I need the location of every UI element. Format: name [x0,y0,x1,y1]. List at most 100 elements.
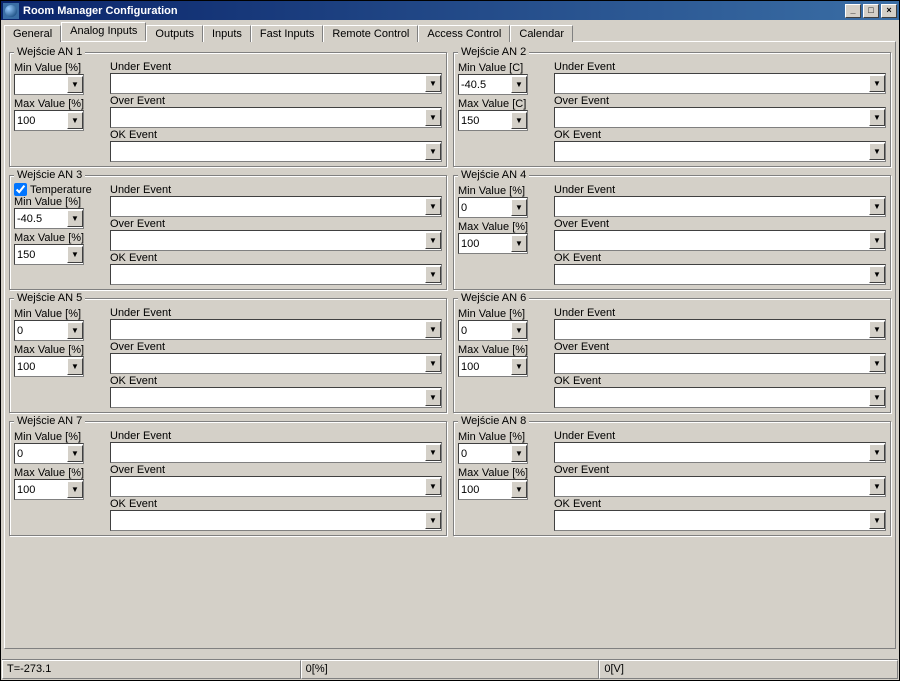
chevron-down-icon[interactable]: ▼ [869,75,885,92]
chevron-down-icon[interactable]: ▼ [869,512,885,529]
channel-4-ok-combo-input[interactable] [555,266,869,283]
channel-5-under-combo-input[interactable] [111,321,425,338]
channel-3-over-combo-input[interactable] [111,232,425,249]
chevron-down-icon[interactable]: ▼ [511,358,527,375]
tab-remote-control[interactable]: Remote Control [323,25,418,42]
channel-3-min-combo-input[interactable] [15,210,67,227]
channel-4-max-combo[interactable]: ▼ [458,233,528,254]
channel-8-ok-combo-input[interactable] [555,512,869,529]
tab-fast-inputs[interactable]: Fast Inputs [251,25,323,42]
chevron-down-icon[interactable]: ▼ [869,478,885,495]
channel-4-over-combo[interactable]: ▼ [554,230,886,251]
channel-4-over-combo-input[interactable] [555,232,869,249]
channel-8-over-combo[interactable]: ▼ [554,476,886,497]
chevron-down-icon[interactable]: ▼ [67,358,83,375]
channel-6-over-combo[interactable]: ▼ [554,353,886,374]
channel-1-max-combo-input[interactable] [15,112,67,129]
tab-calendar[interactable]: Calendar [510,25,573,42]
channel-6-over-combo-input[interactable] [555,355,869,372]
chevron-down-icon[interactable]: ▼ [67,322,83,339]
channel-4-min-combo-input[interactable] [459,199,511,216]
chevron-down-icon[interactable]: ▼ [869,266,885,283]
chevron-down-icon[interactable]: ▼ [425,389,441,406]
tab-access-control[interactable]: Access Control [418,25,510,42]
channel-1-over-combo-input[interactable] [111,109,425,126]
channel-7-ok-combo-input[interactable] [111,512,425,529]
chevron-down-icon[interactable]: ▼ [67,112,83,129]
tab-inputs[interactable]: Inputs [203,25,251,42]
channel-1-min-combo[interactable]: ▼ [14,74,84,95]
channel-5-over-combo-input[interactable] [111,355,425,372]
tab-analog-inputs[interactable]: Analog Inputs [61,22,146,41]
channel-8-over-combo-input[interactable] [555,478,869,495]
chevron-down-icon[interactable]: ▼ [869,444,885,461]
channel-5-max-combo[interactable]: ▼ [14,356,84,377]
chevron-down-icon[interactable]: ▼ [869,198,885,215]
chevron-down-icon[interactable]: ▼ [425,444,441,461]
channel-2-over-combo[interactable]: ▼ [554,107,886,128]
channel-7-max-combo-input[interactable] [15,481,67,498]
channel-8-min-combo-input[interactable] [459,445,511,462]
channel-3-ok-combo-input[interactable] [111,266,425,283]
channel-6-under-combo-input[interactable] [555,321,869,338]
chevron-down-icon[interactable]: ▼ [425,75,441,92]
channel-3-ok-combo[interactable]: ▼ [110,264,442,285]
chevron-down-icon[interactable]: ▼ [67,481,83,498]
channel-7-under-combo[interactable]: ▼ [110,442,442,463]
channel-1-max-combo[interactable]: ▼ [14,110,84,131]
chevron-down-icon[interactable]: ▼ [869,232,885,249]
channel-3-max-combo[interactable]: ▼ [14,244,84,265]
channel-7-over-combo-input[interactable] [111,478,425,495]
chevron-down-icon[interactable]: ▼ [425,143,441,160]
channel-1-ok-combo-input[interactable] [111,143,425,160]
chevron-down-icon[interactable]: ▼ [425,512,441,529]
channel-6-max-combo-input[interactable] [459,358,511,375]
chevron-down-icon[interactable]: ▼ [67,210,83,227]
channel-8-under-combo[interactable]: ▼ [554,442,886,463]
channel-6-under-combo[interactable]: ▼ [554,319,886,340]
channel-5-min-combo-input[interactable] [15,322,67,339]
channel-2-min-combo[interactable]: ▼ [458,74,528,95]
chevron-down-icon[interactable]: ▼ [511,112,527,129]
chevron-down-icon[interactable]: ▼ [869,109,885,126]
chevron-down-icon[interactable]: ▼ [425,109,441,126]
channel-5-ok-combo-input[interactable] [111,389,425,406]
channel-7-ok-combo[interactable]: ▼ [110,510,442,531]
chevron-down-icon[interactable]: ▼ [511,445,527,462]
channel-8-max-combo[interactable]: ▼ [458,479,528,500]
channel-1-over-combo[interactable]: ▼ [110,107,442,128]
channel-4-max-combo-input[interactable] [459,235,511,252]
channel-2-max-combo[interactable]: ▼ [458,110,528,131]
chevron-down-icon[interactable]: ▼ [511,76,527,93]
channel-6-min-combo-input[interactable] [459,322,511,339]
close-button[interactable]: × [881,4,897,18]
chevron-down-icon[interactable]: ▼ [425,266,441,283]
chevron-down-icon[interactable]: ▼ [67,246,83,263]
channel-3-under-combo[interactable]: ▼ [110,196,442,217]
channel-4-min-combo[interactable]: ▼ [458,197,528,218]
channel-1-under-combo[interactable]: ▼ [110,73,442,94]
chevron-down-icon[interactable]: ▼ [425,321,441,338]
chevron-down-icon[interactable]: ▼ [425,478,441,495]
channel-6-ok-combo[interactable]: ▼ [554,387,886,408]
channel-4-under-combo[interactable]: ▼ [554,196,886,217]
channel-5-ok-combo[interactable]: ▼ [110,387,442,408]
chevron-down-icon[interactable]: ▼ [869,355,885,372]
channel-4-ok-combo[interactable]: ▼ [554,264,886,285]
temperature-checkbox-input[interactable] [14,183,27,196]
channel-7-over-combo[interactable]: ▼ [110,476,442,497]
channel-8-min-combo[interactable]: ▼ [458,443,528,464]
channel-8-max-combo-input[interactable] [459,481,511,498]
chevron-down-icon[interactable]: ▼ [67,76,83,93]
channel-3-temperature-checkbox[interactable]: Temperature [14,183,102,196]
chevron-down-icon[interactable]: ▼ [511,199,527,216]
channel-8-under-combo-input[interactable] [555,444,869,461]
channel-5-min-combo[interactable]: ▼ [14,320,84,341]
maximize-button[interactable]: □ [863,4,879,18]
channel-2-ok-combo[interactable]: ▼ [554,141,886,162]
channel-7-min-combo-input[interactable] [15,445,67,462]
channel-7-under-combo-input[interactable] [111,444,425,461]
channel-1-ok-combo[interactable]: ▼ [110,141,442,162]
chevron-down-icon[interactable]: ▼ [425,232,441,249]
channel-2-min-combo-input[interactable] [459,76,511,93]
